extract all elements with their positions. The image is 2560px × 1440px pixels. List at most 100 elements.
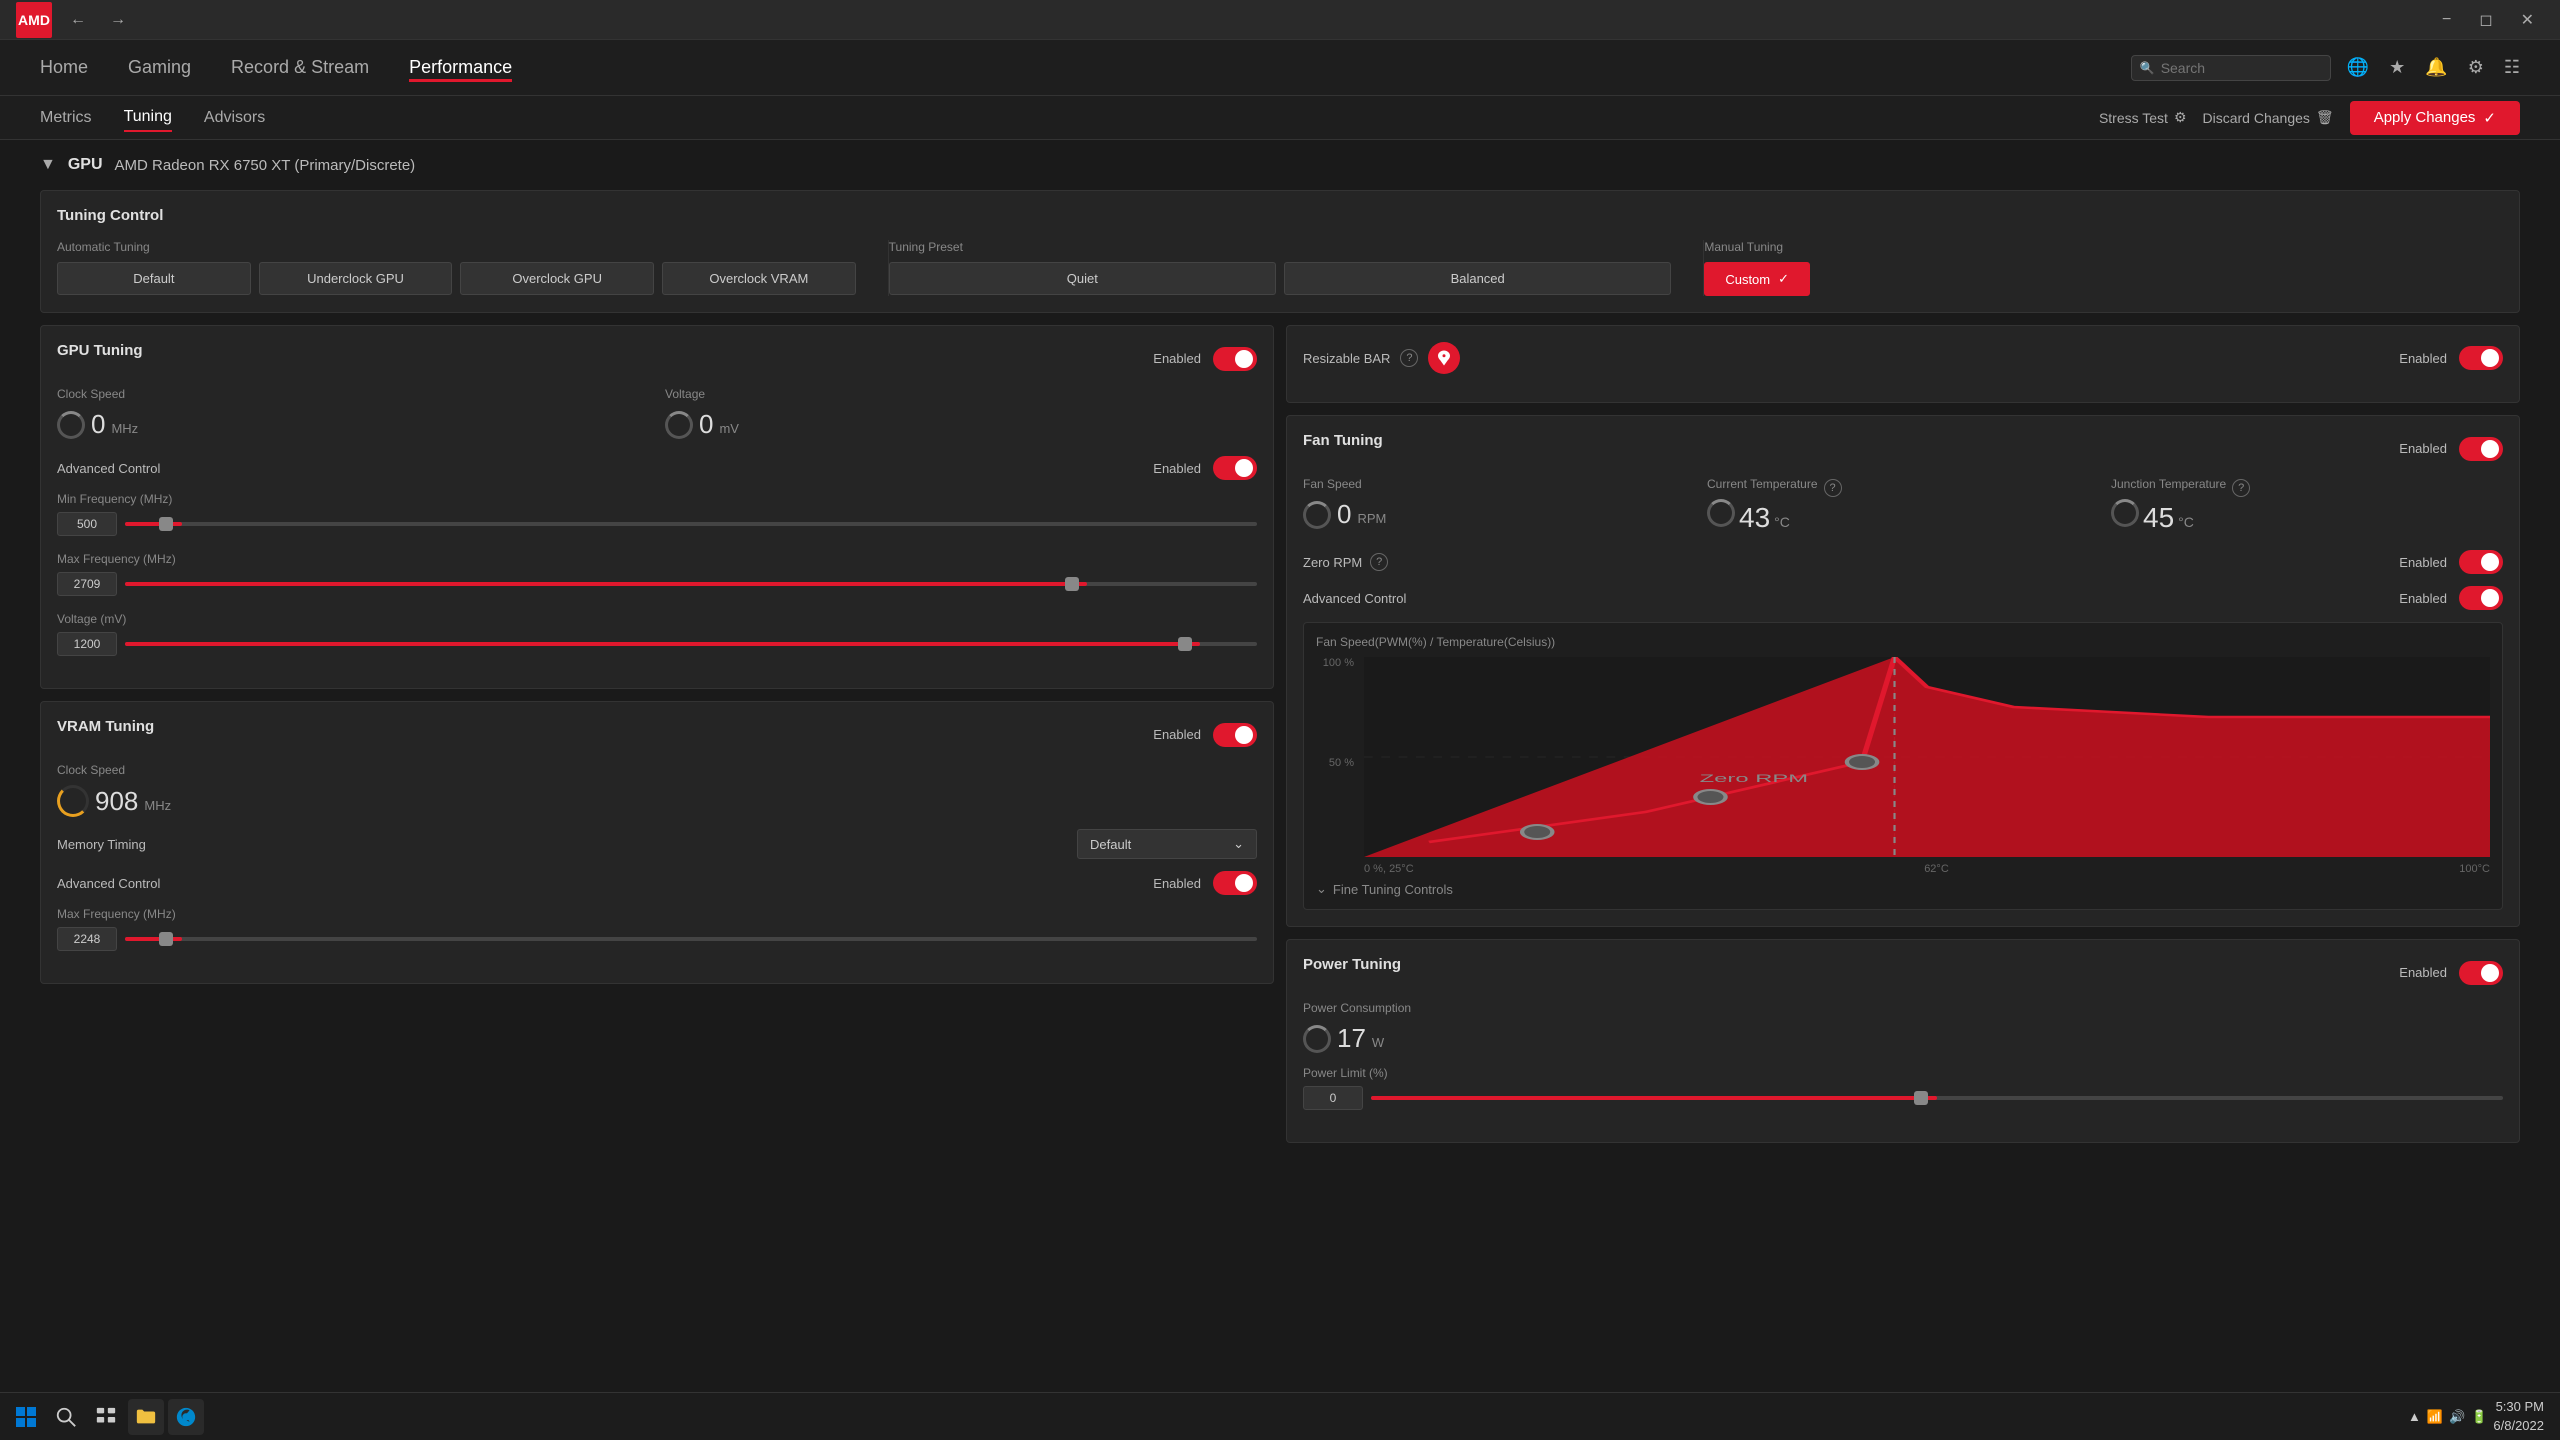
current-temp-value-row: 43 °C [1707, 499, 2099, 534]
preset-default[interactable]: Default [57, 262, 251, 295]
sub-nav-metrics[interactable]: Metrics [40, 105, 92, 131]
nav-performance[interactable]: Performance [409, 53, 512, 82]
gpu-min-freq-track[interactable] [125, 522, 1257, 526]
grid-icon[interactable]: ☷ [2504, 57, 2520, 78]
sub-nav-tuning[interactable]: Tuning [124, 104, 172, 132]
apply-button[interactable]: Apply Changes ✓ [2350, 101, 2520, 135]
gpu-voltage-label: Voltage [665, 387, 1257, 401]
gpu-voltage-mv-track[interactable] [125, 642, 1257, 646]
power-limit-slider-container: 0 [1303, 1086, 2503, 1110]
gpu-voltage-mv-thumb[interactable] [1178, 637, 1192, 651]
gpu-voltage-value: 0 [699, 409, 713, 440]
file-explorer-button[interactable] [128, 1399, 164, 1435]
stress-test-button[interactable]: Stress Test ⚙ [2099, 109, 2187, 126]
preset-quiet[interactable]: Quiet [889, 262, 1276, 295]
gpu-min-freq-value: 500 [57, 512, 117, 536]
left-column: GPU Tuning Enabled Clock Speed 0 [40, 325, 1274, 1155]
junction-temp-info-icon[interactable]: ? [2232, 479, 2250, 497]
system-tray: ▲ [2408, 1409, 2421, 1424]
gpu-max-freq-track[interactable] [125, 582, 1257, 586]
gpu-tuning-toggle[interactable] [1213, 347, 1257, 371]
edge-button[interactable] [168, 1399, 204, 1435]
preset-custom[interactable]: Custom ✓ [1704, 262, 1810, 296]
preset-balanced[interactable]: Balanced [1284, 262, 1671, 295]
zero-rpm-toggle[interactable] [2459, 550, 2503, 574]
resizable-bar-info-icon[interactable]: ? [1400, 349, 1418, 367]
back-button[interactable]: ← [64, 7, 92, 33]
gpu-advanced-toggle-knob [1235, 459, 1253, 477]
chart-y-50: 50 % [1329, 757, 1354, 769]
power-limit-value: 0 [1303, 1086, 1363, 1110]
gpu-collapse-icon[interactable]: ▼ [40, 156, 56, 174]
fan-speed-section: Fan Speed 0 RPM [1303, 477, 1695, 534]
fan-speed-value: 0 [1337, 499, 1351, 530]
gpu-advanced-control-row: Advanced Control Enabled [57, 456, 1257, 480]
gpu-min-freq-thumb[interactable] [159, 517, 173, 531]
junction-temp-value: 45 [2143, 502, 2174, 534]
forward-button[interactable]: → [104, 7, 132, 33]
vram-max-freq-thumb[interactable] [159, 932, 173, 946]
top-navigation: Home Gaming Record & Stream Performance … [0, 40, 2560, 96]
search-box[interactable]: 🔍 [2131, 55, 2331, 81]
start-button[interactable] [8, 1399, 44, 1435]
gpu-max-freq-thumb[interactable] [1065, 577, 1079, 591]
apply-label: Apply Changes [2374, 109, 2476, 126]
vram-clock-label: Clock Speed [57, 763, 1257, 777]
zero-rpm-row: Zero RPM ? Enabled [1303, 550, 2503, 574]
automatic-tuning-label: Automatic Tuning [57, 240, 856, 254]
close-button[interactable]: ✕ [2511, 6, 2544, 34]
gpu-max-freq-row: Max Frequency (MHz) 2709 [57, 552, 1257, 596]
gpu-tuning-title: GPU Tuning [57, 342, 143, 359]
minimize-button[interactable]: − [2432, 7, 2461, 33]
task-view-button[interactable] [88, 1399, 124, 1435]
zero-rpm-info-icon[interactable]: ? [1370, 553, 1388, 571]
network-icon: 📶 [2427, 1409, 2443, 1425]
gpu-tuning-enabled-label: Enabled [1153, 351, 1201, 366]
trash-icon: 🗑 [2316, 109, 2334, 126]
bell-icon[interactable]: 🔔 [2425, 57, 2447, 78]
nav-home[interactable]: Home [40, 53, 88, 82]
fine-tuning-row[interactable]: ⌄ Fine Tuning Controls [1316, 881, 2490, 897]
vram-advanced-toggle[interactable] [1213, 871, 1257, 895]
gpu-min-freq-fill [125, 522, 182, 526]
discard-button[interactable]: Discard Changes 🗑 [2203, 109, 2334, 126]
taskbar-time[interactable]: 5:30 PM 6/8/2022 [2493, 1398, 2544, 1434]
vram-max-freq-track[interactable] [125, 937, 1257, 941]
power-tuning-toggle[interactable] [2459, 961, 2503, 985]
nav-gaming[interactable]: Gaming [128, 53, 191, 82]
fan-chart-svg-area[interactable]: Zero RPM [1364, 657, 2490, 857]
nav-record-stream[interactable]: Record & Stream [231, 53, 369, 82]
preset-overclock-vram[interactable]: Overclock VRAM [662, 262, 856, 295]
gpu-advanced-toggle[interactable] [1213, 456, 1257, 480]
fan-advanced-toggle-knob [2481, 589, 2499, 607]
search-taskbar-button[interactable] [48, 1399, 84, 1435]
gpu-max-freq-slider-container: 2709 [57, 572, 1257, 596]
vram-tuning-toggle[interactable] [1213, 723, 1257, 747]
search-input[interactable] [2161, 60, 2322, 76]
power-limit-thumb[interactable] [1914, 1091, 1928, 1105]
gpu-max-freq-label: Max Frequency (MHz) [57, 552, 1257, 566]
preset-overclock-gpu[interactable]: Overclock GPU [460, 262, 654, 295]
settings-icon[interactable]: ⚙ [2468, 57, 2484, 78]
gpu-clock-dial [57, 411, 85, 439]
restore-button[interactable]: ◻ [2469, 6, 2502, 34]
star-icon[interactable]: ★ [2389, 57, 2405, 78]
right-column: Resizable BAR ? Enabled [1286, 325, 2520, 1155]
resizable-bar-toggle[interactable] [2459, 346, 2503, 370]
fan-tuning-toggle[interactable] [2459, 437, 2503, 461]
globe-icon[interactable]: 🌐 [2347, 57, 2369, 78]
vram-tuning-panel: VRAM Tuning Enabled Clock Speed 908 MHz [40, 701, 1274, 984]
stress-test-icon: ⚙ [2174, 109, 2187, 126]
nav-icons: 🌐 ★ 🔔 ⚙ ☷ [2347, 57, 2520, 78]
current-temp-header: Current Temperature ? [1707, 477, 2099, 499]
vram-memory-timing-dropdown[interactable]: Default ⌄ [1077, 829, 1257, 859]
zero-rpm-left: Zero RPM ? [1303, 553, 1388, 571]
preset-underclock-gpu[interactable]: Underclock GPU [259, 262, 453, 295]
fan-advanced-toggle[interactable] [2459, 586, 2503, 610]
power-consumption-label: Power Consumption [1303, 1001, 2503, 1015]
current-temp-info-icon[interactable]: ? [1824, 479, 1842, 497]
sub-nav-advisors[interactable]: Advisors [204, 105, 265, 131]
zero-rpm-enabled-label: Enabled [2399, 555, 2447, 570]
vram-memory-timing-label: Memory Timing [57, 837, 146, 852]
power-limit-track[interactable] [1371, 1096, 2503, 1100]
